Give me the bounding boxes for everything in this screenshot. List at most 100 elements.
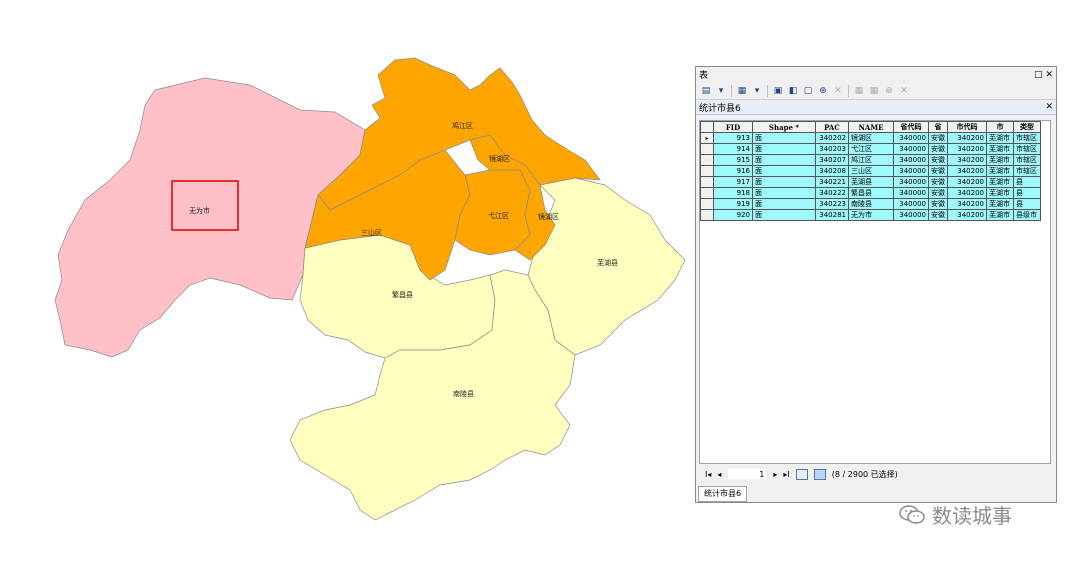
cell[interactable]: 340222 bbox=[815, 187, 849, 199]
cell[interactable]: 芜湖市 bbox=[986, 198, 1014, 210]
cell[interactable]: 340200 bbox=[947, 143, 987, 155]
zoom-to-selected-icon[interactable]: ⊕ bbox=[817, 85, 829, 97]
cell[interactable]: 340000 bbox=[893, 132, 929, 144]
close-tab-icon[interactable]: ✕ bbox=[1045, 102, 1053, 112]
cell[interactable]: 面 bbox=[752, 132, 816, 144]
cell[interactable]: 340200 bbox=[947, 187, 987, 199]
cell[interactable]: 340000 bbox=[893, 198, 929, 210]
dropdown-arrow-icon[interactable]: ▾ bbox=[715, 85, 727, 97]
cell[interactable]: 340200 bbox=[947, 165, 987, 177]
current-row-indicator[interactable]: ▸ bbox=[700, 132, 714, 144]
cell[interactable]: 安徽 bbox=[928, 165, 948, 177]
cell[interactable]: 芜湖市 bbox=[986, 154, 1014, 166]
cell[interactable]: 919 bbox=[713, 198, 753, 210]
cell[interactable]: 340202 bbox=[815, 132, 849, 144]
close-icon[interactable]: ✕ bbox=[1045, 70, 1053, 80]
cell[interactable]: 340000 bbox=[893, 165, 929, 177]
column-header[interactable]: 市代码 bbox=[947, 121, 987, 133]
column-header[interactable]: Shape * bbox=[752, 121, 816, 133]
cell[interactable]: 市辖区 bbox=[1013, 165, 1041, 177]
attribute-grid[interactable]: FID Shape * PAC NAME 省代码 省 市代码 市 类型 ▸ 91… bbox=[699, 120, 1051, 464]
prev-record-button[interactable]: ◂ bbox=[717, 470, 721, 479]
cell[interactable]: 面 bbox=[752, 176, 816, 188]
row-selector[interactable] bbox=[700, 176, 714, 188]
next-record-button[interactable]: ▸ bbox=[773, 470, 777, 479]
cell[interactable]: 安徽 bbox=[928, 176, 948, 188]
cell[interactable]: 安徽 bbox=[928, 198, 948, 210]
cell[interactable]: 916 bbox=[713, 165, 753, 177]
cell[interactable]: 镜湖区 bbox=[848, 132, 894, 144]
cell[interactable]: 913 bbox=[713, 132, 753, 144]
cell[interactable]: 914 bbox=[713, 143, 753, 155]
cell[interactable]: 县 bbox=[1013, 198, 1041, 210]
cell[interactable]: 915 bbox=[713, 154, 753, 166]
cell[interactable]: 面 bbox=[752, 187, 816, 199]
cell[interactable]: 340000 bbox=[893, 143, 929, 155]
cell[interactable]: 340000 bbox=[893, 209, 929, 221]
row-selector[interactable] bbox=[700, 209, 714, 221]
cell[interactable]: 弋江区 bbox=[848, 143, 894, 155]
table-name[interactable]: 统计市县6 bbox=[699, 101, 741, 114]
maximize-icon[interactable]: □ bbox=[1034, 70, 1043, 80]
cell[interactable]: 芜湖县 bbox=[848, 176, 894, 188]
map-view[interactable]: 无为市 鸠江区 镜湖区 弋江区 镜湖区 三山区 繁昌县 芜湖县 南陵县 bbox=[0, 0, 690, 563]
table-row[interactable]: 914 面 340203 弋江区 340000 安徽 340200 芜湖市 市辖… bbox=[700, 143, 1041, 155]
cell[interactable]: 340000 bbox=[893, 176, 929, 188]
cell[interactable]: 市辖区 bbox=[1013, 143, 1041, 155]
cell[interactable]: 安徽 bbox=[928, 187, 948, 199]
bottom-table-tab[interactable]: 统计市县6 bbox=[698, 486, 748, 502]
cell[interactable]: 芜湖市 bbox=[986, 176, 1014, 188]
cell[interactable]: 芜湖市 bbox=[986, 187, 1014, 199]
cell[interactable]: 920 bbox=[713, 209, 753, 221]
row-selector[interactable] bbox=[700, 154, 714, 166]
cell[interactable]: 无为市 bbox=[848, 209, 894, 221]
cell[interactable]: 三山区 bbox=[848, 165, 894, 177]
column-header[interactable]: NAME bbox=[848, 121, 894, 133]
cell[interactable]: 340200 bbox=[947, 176, 987, 188]
cell[interactable]: 917 bbox=[713, 176, 753, 188]
cell[interactable]: 340200 bbox=[947, 198, 987, 210]
cell[interactable]: 340000 bbox=[893, 154, 929, 166]
cell[interactable]: 芜湖市 bbox=[986, 143, 1014, 155]
table-row[interactable]: 916 面 340208 三山区 340000 安徽 340200 芜湖市 市辖… bbox=[700, 165, 1041, 177]
first-record-button[interactable]: I◂ bbox=[705, 470, 711, 479]
cell[interactable]: 340200 bbox=[947, 132, 987, 144]
cell[interactable]: 340223 bbox=[815, 198, 849, 210]
cell[interactable]: 安徽 bbox=[928, 209, 948, 221]
record-number-input[interactable]: 1 bbox=[727, 468, 768, 480]
paste-icon[interactable]: ▦ bbox=[868, 85, 880, 97]
column-header[interactable]: 省 bbox=[928, 121, 948, 133]
cell[interactable]: 县 bbox=[1013, 176, 1041, 188]
delete-selected-icon[interactable]: ✕ bbox=[898, 85, 910, 97]
cell[interactable]: 芜湖市 bbox=[986, 132, 1014, 144]
cell[interactable]: 安徽 bbox=[928, 143, 948, 155]
table-row[interactable]: 920 面 340281 无为市 340000 安徽 340200 芜湖市 县级… bbox=[700, 209, 1041, 221]
column-header[interactable]: FID bbox=[713, 121, 753, 133]
row-selector[interactable] bbox=[700, 165, 714, 177]
related-tables-icon[interactable]: ▦ bbox=[736, 85, 748, 97]
cell[interactable]: 南陵县 bbox=[848, 198, 894, 210]
column-header[interactable]: 市 bbox=[986, 121, 1014, 133]
cell[interactable]: 340281 bbox=[815, 209, 849, 221]
table-row[interactable]: 918 面 340222 繁昌县 340000 安徽 340200 芜湖市 县 bbox=[700, 187, 1041, 199]
select-by-attributes-icon[interactable]: ▣ bbox=[772, 85, 784, 97]
table-row[interactable]: 915 面 340207 鸠江区 340000 安徽 340200 芜湖市 市辖… bbox=[700, 154, 1041, 166]
cell[interactable]: 面 bbox=[752, 165, 816, 177]
last-record-button[interactable]: ▸I bbox=[783, 470, 789, 479]
clear-selection-icon[interactable]: ▢ bbox=[802, 85, 814, 97]
cell[interactable]: 市辖区 bbox=[1013, 154, 1041, 166]
cell[interactable]: 繁昌县 bbox=[848, 187, 894, 199]
cell[interactable]: 面 bbox=[752, 143, 816, 155]
cell[interactable]: 340000 bbox=[893, 187, 929, 199]
row-selector[interactable] bbox=[700, 198, 714, 210]
table-row[interactable]: 917 面 340221 芜湖县 340000 安徽 340200 芜湖市 县 bbox=[700, 176, 1041, 188]
cell[interactable]: 340207 bbox=[815, 154, 849, 166]
cell[interactable]: 面 bbox=[752, 198, 816, 210]
cell[interactable]: 340200 bbox=[947, 209, 987, 221]
column-header[interactable]: 省代码 bbox=[893, 121, 929, 133]
cell[interactable]: 安徽 bbox=[928, 154, 948, 166]
cell[interactable]: 340221 bbox=[815, 176, 849, 188]
table-row[interactable]: ▸ 913 面 340202 镜湖区 340000 安徽 340200 芜湖市 … bbox=[700, 132, 1041, 144]
cell[interactable]: 芜湖市 bbox=[986, 209, 1014, 221]
column-header[interactable]: 类型 bbox=[1013, 121, 1041, 133]
